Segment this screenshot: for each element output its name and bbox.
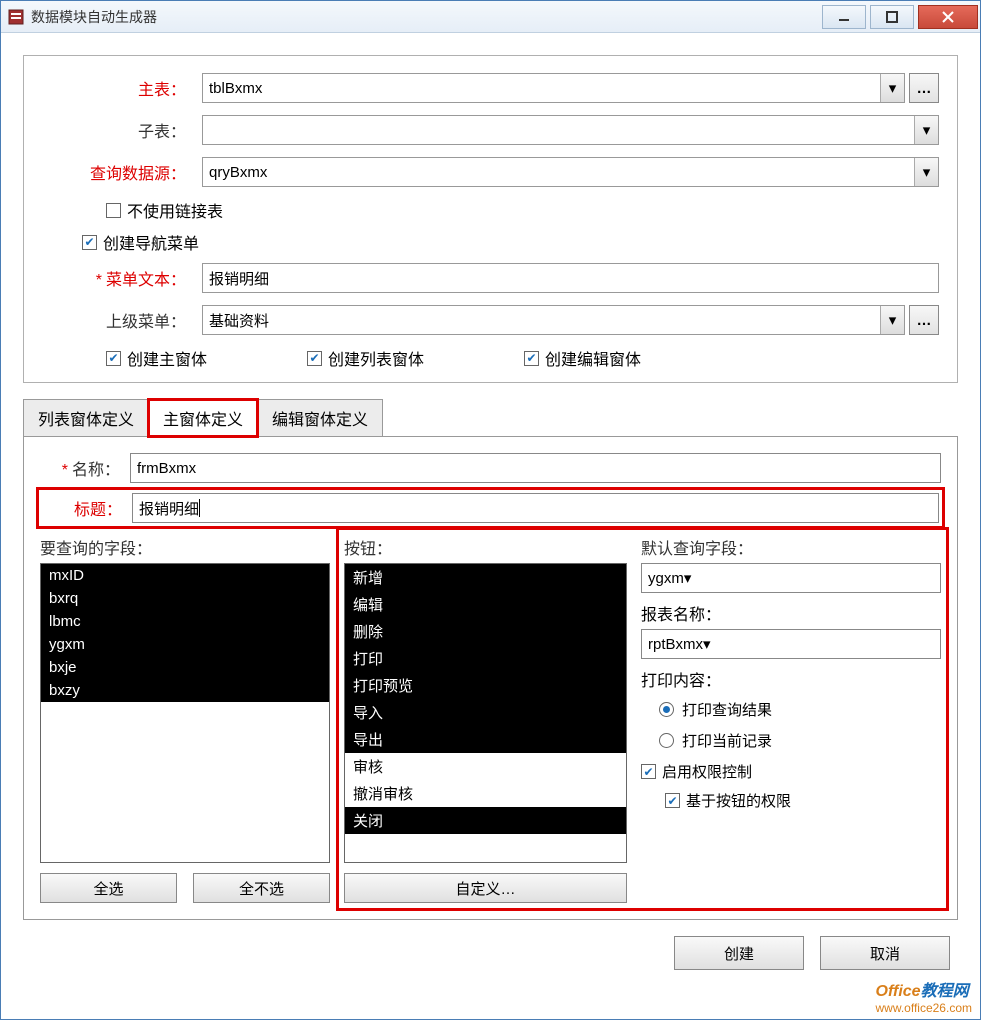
maximize-button[interactable]	[870, 5, 914, 29]
enable-permission-checkbox[interactable]	[641, 764, 656, 779]
default-query-field-label: 默认查询字段：	[641, 535, 941, 559]
text-cursor	[199, 499, 200, 517]
sub-table-label: 子表：	[42, 118, 202, 142]
main-table-label: 主表：	[42, 76, 202, 100]
tabs: 列表窗体定义 主窗体定义 编辑窗体定义	[23, 399, 958, 437]
dropdown-arrow-icon[interactable]: ▾	[880, 74, 904, 102]
list-item[interactable]: bxje	[41, 656, 329, 679]
main-table-dropdown[interactable]: tblBxmx ▾	[202, 73, 905, 103]
dropdown-arrow-icon[interactable]: ▾	[914, 116, 938, 144]
tab-list-def[interactable]: 列表窗体定义	[23, 399, 149, 437]
minimize-button[interactable]	[822, 5, 866, 29]
no-link-table-label: 不使用链接表	[127, 198, 223, 222]
list-item[interactable]: lbmc	[41, 610, 329, 633]
list-item[interactable]: bxzy	[41, 679, 329, 702]
datasource-value: qryBxmx	[209, 164, 267, 181]
dropdown-arrow-icon[interactable]: ▾	[880, 306, 904, 334]
create-list-form-checkbox[interactable]	[307, 351, 322, 366]
datasource-dropdown[interactable]: qryBxmx ▾	[202, 157, 939, 187]
create-edit-form-checkbox[interactable]	[524, 351, 539, 366]
print-current-record-radio[interactable]	[659, 733, 674, 748]
list-item[interactable]: 删除	[345, 618, 626, 645]
titlebar: 数据模块自动生成器	[1, 1, 980, 33]
datasource-label: 查询数据源：	[42, 160, 202, 184]
buttons-column: 按钮： 新增编辑删除打印打印预览导入导出审核撤消审核关闭 自定义…	[344, 535, 627, 903]
name-value: frmBxmx	[137, 460, 196, 477]
upper-section: 主表： tblBxmx ▾ … 子表： ▾ 查询数据源： qryBxmx ▾	[23, 55, 958, 383]
menu-text-value: 报销明细	[209, 268, 269, 289]
dropdown-arrow-icon[interactable]: ▾	[914, 158, 938, 186]
tab-edit-def[interactable]: 编辑窗体定义	[257, 399, 383, 437]
print-query-result-label: 打印查询结果	[682, 699, 772, 720]
query-fields-label: 要查询的字段：	[40, 535, 330, 559]
query-fields-column: 要查询的字段： mxIDbxrqlbmcygxmbxjebxzy 全选 全不选	[40, 535, 330, 903]
report-name-label: 报表名称：	[641, 601, 941, 625]
list-item[interactable]: 导出	[345, 726, 626, 753]
main-table-browse-button[interactable]: …	[909, 73, 939, 103]
buttons-label: 按钮：	[344, 535, 627, 559]
create-edit-form-label: 创建编辑窗体	[545, 346, 641, 370]
main-table-value: tblBxmx	[209, 80, 262, 97]
app-icon	[7, 8, 25, 26]
select-all-button[interactable]: 全选	[40, 873, 177, 903]
watermark: Office教程网 www.office26.com	[876, 977, 973, 1015]
name-label: *名称：	[40, 456, 130, 480]
default-query-field-value: ygxm	[648, 570, 684, 587]
list-item[interactable]: mxID	[41, 564, 329, 587]
right-settings-column: 默认查询字段： ygxm ▾ 报表名称： rptBxmx ▾	[641, 535, 941, 903]
list-item[interactable]: 新增	[345, 564, 626, 591]
title-input[interactable]: 报销明细	[132, 493, 939, 523]
list-item[interactable]: 打印	[345, 645, 626, 672]
create-nav-checkbox[interactable]	[82, 235, 97, 250]
title-value: 报销明细	[139, 498, 199, 519]
list-item[interactable]: 关闭	[345, 807, 626, 834]
list-item[interactable]: 打印预览	[345, 672, 626, 699]
list-item[interactable]: bxrq	[41, 587, 329, 610]
content-area: 主表： tblBxmx ▾ … 子表： ▾ 查询数据源： qryBxmx ▾	[1, 33, 980, 1019]
title-label: 标题：	[42, 496, 132, 520]
enable-permission-label: 启用权限控制	[662, 761, 752, 782]
customize-button[interactable]: 自定义…	[344, 873, 627, 903]
tab-content-main-def: *名称： frmBxmx 标题： 报销明细 要查询的字段： mxIDbxrqlb…	[23, 436, 958, 920]
dropdown-arrow-icon[interactable]: ▾	[703, 635, 711, 653]
cancel-button[interactable]: 取消	[820, 936, 950, 970]
app-window: 数据模块自动生成器 主表： tblBxmx ▾ … 子表： ▾	[0, 0, 981, 1020]
dropdown-arrow-icon[interactable]: ▾	[684, 569, 692, 587]
query-fields-listbox[interactable]: mxIDbxrqlbmcygxmbxjebxzy	[40, 563, 330, 863]
list-item[interactable]: 撤消审核	[345, 780, 626, 807]
print-current-record-label: 打印当前记录	[682, 730, 772, 751]
create-button[interactable]: 创建	[674, 936, 804, 970]
create-list-form-label: 创建列表窗体	[328, 346, 424, 370]
report-name-value: rptBxmx	[648, 636, 703, 653]
parent-menu-browse-button[interactable]: …	[909, 305, 939, 335]
parent-menu-label: 上级菜单：	[42, 308, 202, 332]
tab-main-def[interactable]: 主窗体定义	[148, 399, 258, 437]
button-based-permission-checkbox[interactable]	[665, 793, 680, 808]
name-input[interactable]: frmBxmx	[130, 453, 941, 483]
parent-menu-dropdown[interactable]: 基础资料 ▾	[202, 305, 905, 335]
footer-buttons: 创建 取消	[23, 936, 958, 970]
window-title: 数据模块自动生成器	[31, 7, 157, 27]
window-controls	[820, 2, 980, 32]
parent-menu-value: 基础资料	[209, 310, 269, 331]
close-button[interactable]	[918, 5, 978, 29]
button-based-permission-label: 基于按钮的权限	[686, 790, 791, 811]
menu-text-label: *菜单文本：	[42, 266, 202, 290]
report-name-dropdown[interactable]: rptBxmx ▾	[641, 629, 941, 659]
create-main-form-label: 创建主窗体	[127, 346, 207, 370]
buttons-listbox[interactable]: 新增编辑删除打印打印预览导入导出审核撤消审核关闭	[344, 563, 627, 863]
create-nav-label: 创建导航菜单	[103, 230, 199, 254]
list-item[interactable]: 导入	[345, 699, 626, 726]
menu-text-input[interactable]: 报销明细	[202, 263, 939, 293]
no-link-table-checkbox[interactable]	[106, 203, 121, 218]
create-main-form-checkbox[interactable]	[106, 351, 121, 366]
print-query-result-radio[interactable]	[659, 702, 674, 717]
list-item[interactable]: 审核	[345, 753, 626, 780]
default-query-field-dropdown[interactable]: ygxm ▾	[641, 563, 941, 593]
list-item[interactable]: ygxm	[41, 633, 329, 656]
sub-table-dropdown[interactable]: ▾	[202, 115, 939, 145]
select-none-button[interactable]: 全不选	[193, 873, 330, 903]
print-content-label: 打印内容：	[641, 667, 941, 691]
list-item[interactable]: 编辑	[345, 591, 626, 618]
